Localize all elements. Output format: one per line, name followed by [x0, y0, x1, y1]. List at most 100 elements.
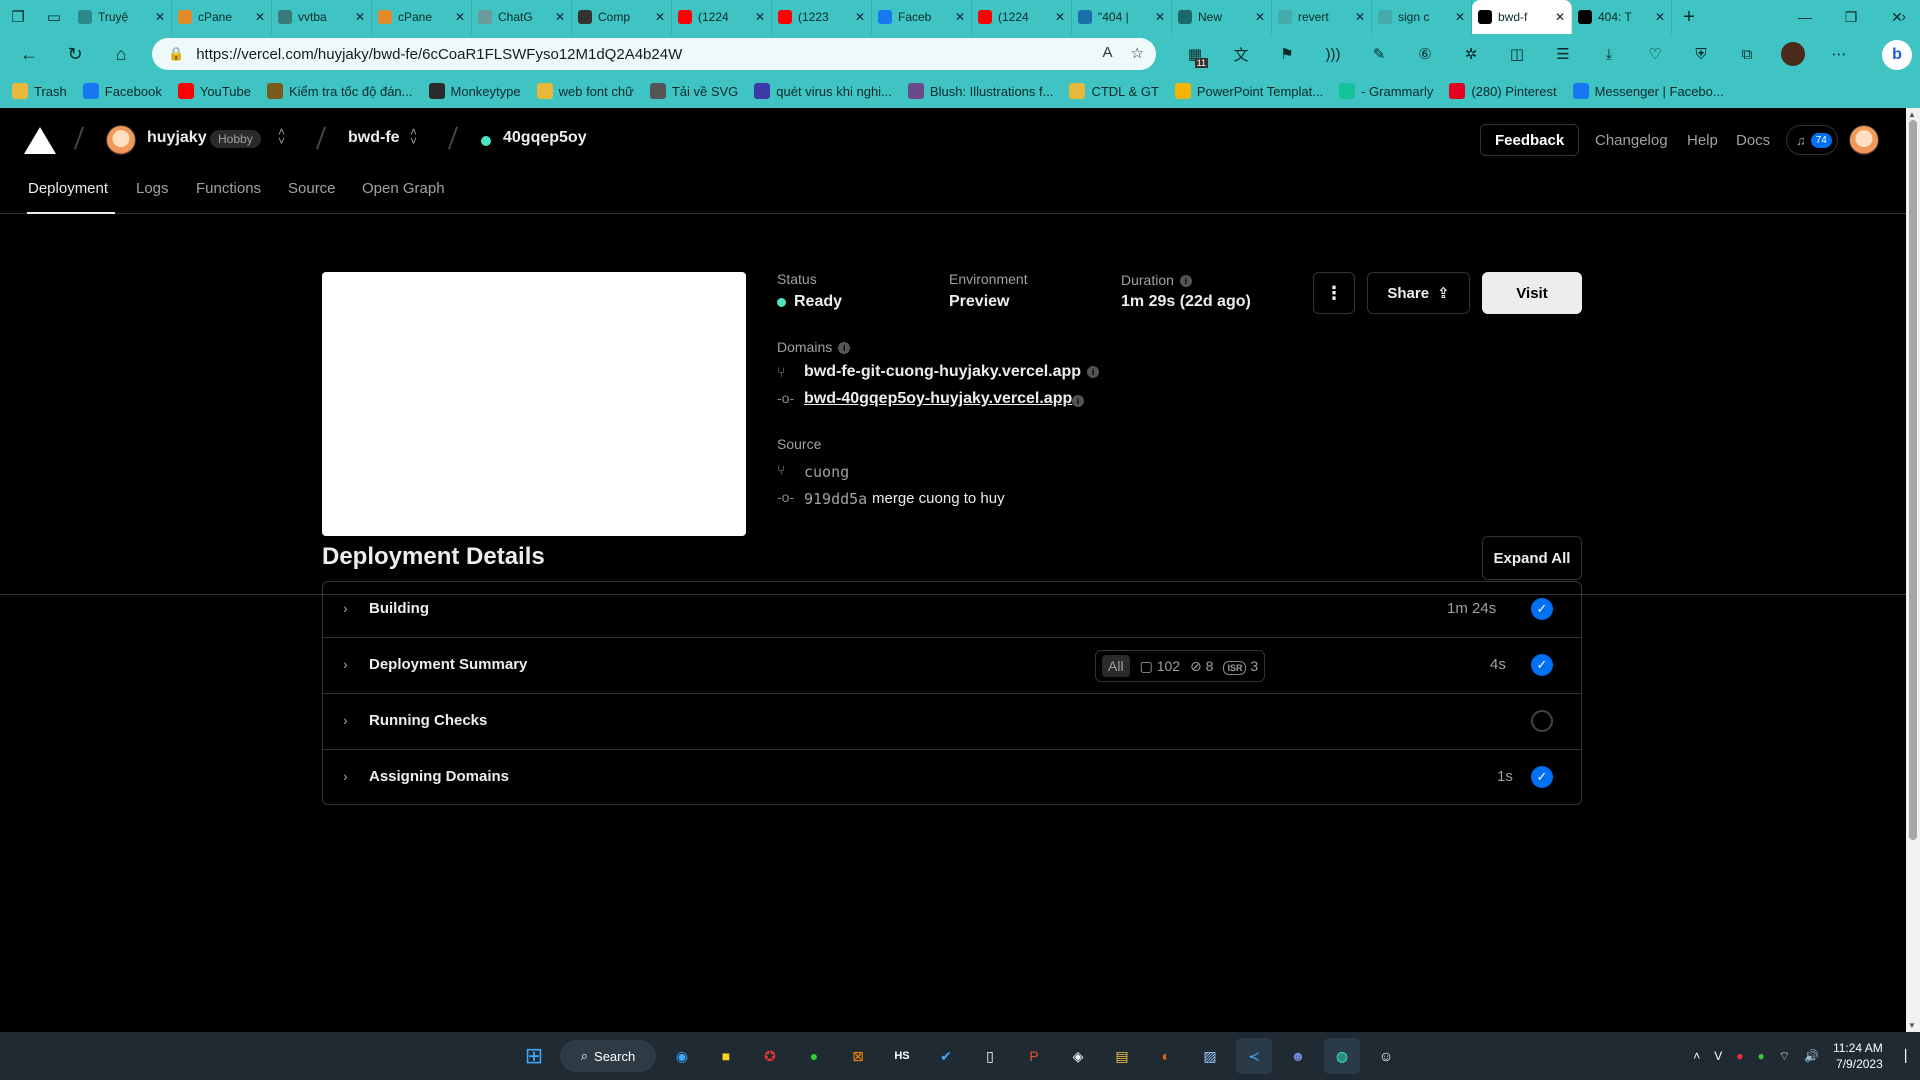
- tab-logs[interactable]: Logs: [136, 180, 169, 197]
- commit-message[interactable]: merge cuong to huy: [872, 490, 1005, 507]
- hs-app-icon[interactable]: HS: [884, 1038, 920, 1074]
- project-name[interactable]: bwd-fe: [348, 129, 400, 147]
- bookmark-item[interactable]: Kiểm tra tốc độ đán...: [266, 83, 413, 99]
- workspaces-icon[interactable]: ❐: [0, 0, 36, 34]
- filter-all[interactable]: All: [1102, 655, 1130, 677]
- app-panda-icon[interactable]: ☺: [1368, 1038, 1404, 1074]
- downloads-icon[interactable]: ⤓: [1586, 34, 1632, 74]
- phone-link-icon[interactable]: ▯: [972, 1038, 1008, 1074]
- page-scrollbar[interactable]: ▲ ▼: [1906, 108, 1920, 1032]
- tab-source[interactable]: Source: [288, 180, 336, 197]
- app-orange-icon[interactable]: ◐: [1148, 1038, 1184, 1074]
- discord-icon[interactable]: ☻: [1280, 1038, 1316, 1074]
- team-avatar[interactable]: [106, 125, 136, 155]
- close-window-button[interactable]: ✕: [1874, 0, 1920, 34]
- browser-tab[interactable]: Comp ✕: [572, 0, 672, 34]
- browser-tab[interactable]: cPane ✕: [372, 0, 472, 34]
- bing-copilot-icon[interactable]: b: [1882, 40, 1912, 70]
- step-row-building[interactable]: › Building 1m 24s ✓: [323, 582, 1581, 638]
- team-name[interactable]: huyjaky: [147, 129, 207, 147]
- feedback-button[interactable]: Feedback: [1480, 124, 1580, 156]
- collections-icon[interactable]: ⧉: [1724, 34, 1770, 74]
- close-tab-icon[interactable]: ✕: [555, 10, 565, 24]
- photos-icon[interactable]: ▨: [1192, 1038, 1228, 1074]
- bookmark-item[interactable]: PowerPoint Templat...: [1174, 83, 1323, 99]
- app-dark-icon[interactable]: ◈: [1060, 1038, 1096, 1074]
- browser-tab[interactable]: vvtba ✕: [272, 0, 372, 34]
- browser-tab[interactable]: (1223 ✕: [772, 0, 872, 34]
- expand-all-button[interactable]: Expand All: [1482, 536, 1582, 580]
- bookmark-item[interactable]: YouTube: [177, 83, 251, 99]
- favorites-icon[interactable]: ☰: [1540, 34, 1586, 74]
- extension-calendar-icon[interactable]: ▦ 11: [1172, 34, 1218, 74]
- share-button[interactable]: Share ⇪: [1367, 272, 1470, 314]
- more-menu-icon[interactable]: ⋯: [1816, 34, 1862, 74]
- filter-functions[interactable]: ⊘ 8: [1190, 658, 1213, 675]
- step-row-deployment-summary[interactable]: › Deployment Summary All ▢ 102 ⊘ 8 ISR 3…: [323, 638, 1581, 694]
- extensions-icon[interactable]: ✲: [1448, 34, 1494, 74]
- browser-tab[interactable]: 404: T ✕: [1572, 0, 1672, 34]
- clock[interactable]: 11:24 AM 7/9/2023: [1833, 1040, 1883, 1072]
- user-avatar[interactable]: [1849, 125, 1879, 155]
- team-switcher-icon[interactable]: ˄ ˅: [278, 126, 285, 147]
- bookmark-item[interactable]: (280) Pinterest: [1449, 83, 1557, 99]
- close-tab-icon[interactable]: ✕: [855, 10, 865, 24]
- bookmark-item[interactable]: Blush: Illustrations f...: [907, 83, 1053, 99]
- step-row-running-checks[interactable]: › Running Checks: [323, 694, 1581, 750]
- powerpoint-icon[interactable]: P: [1016, 1038, 1052, 1074]
- bookmark-item[interactable]: Facebook: [82, 83, 162, 99]
- windows-start-icon[interactable]: ⊞: [516, 1038, 552, 1074]
- close-tab-icon[interactable]: ✕: [355, 10, 365, 24]
- browser-essentials-icon[interactable]: ⛨: [1678, 34, 1724, 74]
- info-icon[interactable]: i: [838, 342, 851, 355]
- file-explorer-icon[interactable]: ▤: [1104, 1038, 1140, 1074]
- new-tab-button[interactable]: +: [1672, 6, 1706, 29]
- close-tab-icon[interactable]: ✕: [1555, 10, 1565, 24]
- app-red-icon[interactable]: ✪: [752, 1038, 788, 1074]
- help-link[interactable]: Help: [1687, 132, 1718, 149]
- info-icon[interactable]: i: [1179, 275, 1192, 288]
- sticky-notes-icon[interactable]: ■: [708, 1038, 744, 1074]
- bookmarks-overflow-icon[interactable]: ›: [1901, 8, 1906, 24]
- todo-icon[interactable]: ✔: [928, 1038, 964, 1074]
- back-button[interactable]: ←: [6, 34, 52, 74]
- domain-link[interactable]: bwd-fe-git-cuong-huyjaky.vercel.app i: [804, 363, 1100, 381]
- minimize-button[interactable]: —: [1782, 0, 1828, 34]
- home-button[interactable]: ⌂: [98, 34, 144, 74]
- domain-link[interactable]: bwd-40gqep5oy-huyjaky.vercel.app: [804, 390, 1072, 408]
- tab-open-graph[interactable]: Open Graph: [362, 180, 445, 197]
- step-row-assigning-domains[interactable]: › Assigning Domains 1s ✓: [323, 750, 1581, 806]
- translate-icon[interactable]: 文: [1218, 34, 1264, 74]
- close-tab-icon[interactable]: ✕: [755, 10, 765, 24]
- docs-link[interactable]: Docs: [1736, 132, 1770, 149]
- filter-files[interactable]: ▢ 102: [1140, 658, 1180, 675]
- tab-actions-icon[interactable]: ▭: [36, 0, 72, 34]
- browser-tab[interactable]: cPane ✕: [172, 0, 272, 34]
- source-branch[interactable]: cuong: [804, 463, 849, 481]
- visit-button[interactable]: Visit: [1482, 272, 1582, 314]
- scroll-up-icon[interactable]: ▲: [1908, 110, 1916, 119]
- tray-green-icon[interactable]: ●: [1757, 1049, 1764, 1063]
- tray-v-icon[interactable]: V: [1714, 1049, 1722, 1063]
- favorite-star-icon[interactable]: ☆: [1131, 44, 1144, 62]
- browser-tab[interactable]: ChatG ✕: [472, 0, 572, 34]
- chevron-up-icon[interactable]: ˄: [1693, 1049, 1700, 1063]
- browser-tab[interactable]: revert ✕: [1272, 0, 1372, 34]
- profile-icon[interactable]: [1770, 34, 1816, 74]
- close-tab-icon[interactable]: ✕: [1255, 10, 1265, 24]
- read-aloud-icon[interactable]: A: [1103, 44, 1113, 62]
- more-options-button[interactable]: ⋮: [1313, 272, 1355, 314]
- app-green-icon[interactable]: ●: [796, 1038, 832, 1074]
- close-tab-icon[interactable]: ✕: [1455, 10, 1465, 24]
- xampp-icon[interactable]: ⊠: [840, 1038, 876, 1074]
- extension-feather-icon[interactable]: ✎: [1356, 34, 1402, 74]
- tray-red-icon[interactable]: ●: [1736, 1049, 1743, 1063]
- bookmark-item[interactable]: quét virus khi nghi...: [754, 83, 892, 99]
- url-field[interactable]: 🔒 https://vercel.com/huyjaky/bwd-fe/6cCo…: [152, 38, 1156, 70]
- browser-tab[interactable]: Faceb ✕: [872, 0, 972, 34]
- deployment-preview-image[interactable]: [322, 272, 746, 536]
- bookmark-item[interactable]: Trash: [12, 83, 67, 99]
- filter-isr[interactable]: ISR 3: [1223, 658, 1258, 675]
- info-icon[interactable]: i: [1087, 365, 1100, 378]
- notifications-button[interactable]: ♫ 74: [1786, 125, 1838, 155]
